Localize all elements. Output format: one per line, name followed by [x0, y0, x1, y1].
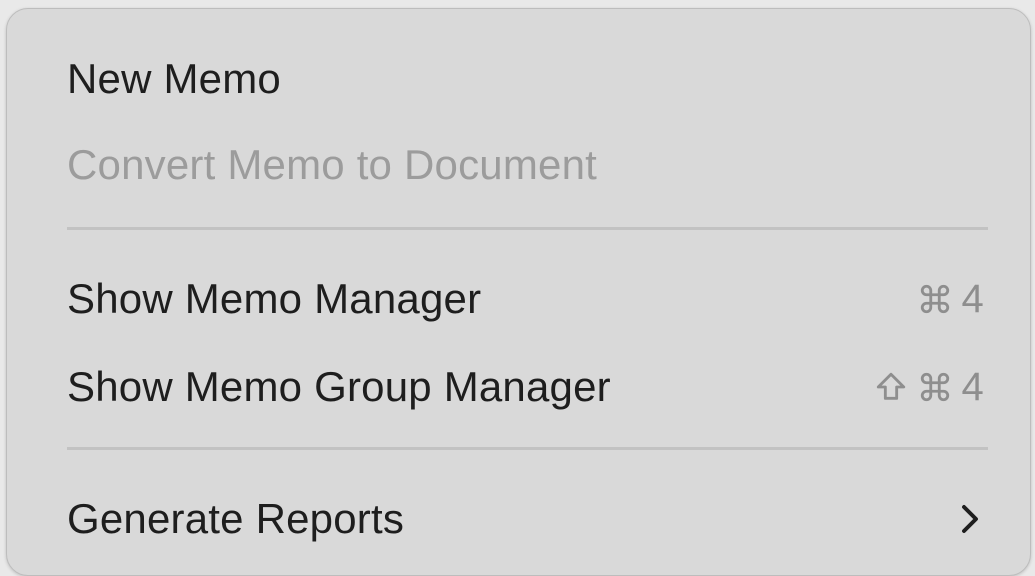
menu-item-label: Show Memo Manager	[67, 275, 482, 322]
menu-separator	[67, 447, 988, 450]
command-icon	[918, 370, 952, 404]
menu-item-label: New Memo	[67, 55, 281, 102]
shortcut-key: 4	[961, 276, 984, 321]
menu-item-show-memo-manager[interactable]: Show Memo Manager 4	[7, 255, 1030, 343]
menu-item-label: Generate Reports	[67, 495, 405, 542]
menu-item-label: Show Memo Group Manager	[67, 363, 611, 410]
menu-item-show-memo-group-manager[interactable]: Show Memo Group Manager 4	[7, 343, 1030, 431]
command-icon	[918, 282, 952, 316]
menu-item-generate-reports[interactable]: Generate Reports	[7, 475, 1030, 563]
chevron-right-icon	[956, 501, 984, 537]
context-menu: New Memo Convert Memo to Document Show M…	[6, 8, 1031, 576]
shift-icon	[874, 370, 908, 404]
menu-item-new-memo[interactable]: New Memo	[7, 35, 1030, 123]
menu-separator	[67, 227, 988, 230]
keyboard-shortcut: 4	[874, 365, 984, 410]
shortcut-key: 4	[961, 364, 984, 409]
menu-item-label: Convert Memo to Document	[67, 141, 598, 188]
keyboard-shortcut: 4	[918, 277, 984, 322]
menu-item-convert-memo-to-document: Convert Memo to Document	[7, 121, 1030, 209]
